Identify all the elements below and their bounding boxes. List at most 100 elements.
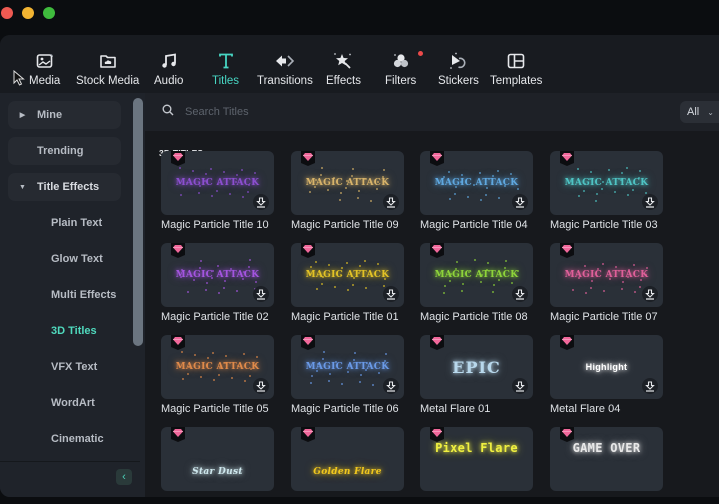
- download-button[interactable]: [383, 194, 399, 210]
- toolbar-transitions[interactable]: Transitions: [257, 51, 313, 87]
- search-input[interactable]: [185, 102, 645, 122]
- title-card[interactable]: MAGIC ATTACK Magic Particle Title 07: [550, 243, 664, 323]
- title-thumbnail[interactable]: MAGIC ATTACK: [161, 151, 274, 215]
- sidebar-item-cinematic[interactable]: Cinematic: [8, 425, 121, 453]
- toolbar-stock-media-label: Stock Media: [76, 75, 140, 87]
- title-thumbnail[interactable]: MAGIC ATTACK: [161, 335, 274, 399]
- download-button[interactable]: [642, 378, 658, 394]
- toolbar-effects[interactable]: Effects: [326, 51, 361, 87]
- title-thumbnail[interactable]: MAGIC ATTACK: [550, 243, 663, 307]
- stock-media-icon: [98, 51, 118, 71]
- download-button[interactable]: [642, 286, 658, 302]
- sidebar-item-trending[interactable]: Trending: [8, 137, 121, 165]
- premium-badge: [430, 243, 444, 258]
- title-card[interactable]: EPIC Metal Flare 01: [420, 335, 534, 415]
- download-button[interactable]: [512, 286, 528, 302]
- download-button[interactable]: [383, 286, 399, 302]
- sidebar-item-wordart[interactable]: WordArt: [8, 389, 121, 417]
- toolbar-templates-label: Templates: [490, 75, 543, 87]
- title-thumbnail[interactable]: Highlight: [550, 335, 663, 399]
- download-button[interactable]: [512, 378, 528, 394]
- sidebar-item-3d-titles[interactable]: 3D Titles: [8, 317, 121, 345]
- filters-icon: [391, 51, 411, 71]
- diamond-icon: [303, 153, 313, 161]
- toolbar-stock-media[interactable]: Stock Media: [76, 51, 139, 87]
- title-card[interactable]: Golden Flare: [291, 427, 405, 491]
- title-card[interactable]: MAGIC ATTACK Magic Particle Title 01: [291, 243, 405, 323]
- minimize-window-button[interactable]: [22, 7, 34, 19]
- title-thumbnail[interactable]: MAGIC ATTACK: [550, 151, 663, 215]
- filter-select[interactable]: All ⌄: [680, 101, 719, 123]
- titles-panel: Media Stock Media Audio Titles Transitio…: [0, 35, 719, 497]
- toolbar-filters[interactable]: Filters: [385, 51, 416, 87]
- download-button[interactable]: [253, 194, 269, 210]
- title-card[interactable]: MAGIC ATTACK Magic Particle Title 09: [291, 151, 405, 231]
- download-icon: [256, 288, 266, 300]
- templates-icon: [506, 51, 526, 71]
- toolbar-media[interactable]: Media: [29, 51, 60, 87]
- maximize-window-button[interactable]: [43, 7, 55, 19]
- title-card[interactable]: MAGIC ATTACK Magic Particle Title 02: [161, 243, 275, 323]
- premium-badge: [301, 151, 315, 166]
- title-thumbnail[interactable]: MAGIC ATTACK: [161, 243, 274, 307]
- title-card[interactable]: MAGIC ATTACK Magic Particle Title 03: [550, 151, 664, 231]
- toolbar-stickers-label: Stickers: [438, 75, 479, 87]
- title-thumbnail[interactable]: MAGIC ATTACK: [291, 151, 404, 215]
- close-window-button[interactable]: [1, 7, 13, 19]
- sidebar-item-plain-text[interactable]: Plain Text: [8, 209, 121, 237]
- toolbar-filters-label: Filters: [385, 75, 417, 87]
- download-button[interactable]: [253, 378, 269, 394]
- download-button[interactable]: [512, 194, 528, 210]
- title-card[interactable]: MAGIC ATTACK Magic Particle Title 10: [161, 151, 275, 231]
- title-card[interactable]: MAGIC ATTACK Magic Particle Title 06: [291, 335, 405, 415]
- premium-badge: [430, 427, 444, 442]
- filters-notification-dot: [418, 51, 423, 56]
- download-icon: [645, 288, 655, 300]
- sidebar-item-mine[interactable]: ▶ Mine: [8, 101, 121, 129]
- title-card[interactable]: Star Dust: [161, 427, 275, 491]
- download-button[interactable]: [642, 194, 658, 210]
- caret-down-icon: ▼: [19, 183, 26, 191]
- sidebar-scrollbar[interactable]: [133, 98, 143, 346]
- title-card[interactable]: MAGIC ATTACK Magic Particle Title 04: [420, 151, 534, 231]
- sidebar-item-vfx-text[interactable]: VFX Text: [8, 353, 121, 381]
- title-card[interactable]: MAGIC ATTACK Magic Particle Title 05: [161, 335, 275, 415]
- toolbar-templates[interactable]: Templates: [490, 51, 542, 87]
- title-card[interactable]: Highlight Metal Flare 04: [550, 335, 664, 415]
- diamond-icon: [173, 429, 183, 437]
- diamond-icon: [562, 429, 572, 437]
- title-card[interactable]: MAGIC ATTACK Magic Particle Title 08: [420, 243, 534, 323]
- title-thumbnail[interactable]: MAGIC ATTACK: [291, 335, 404, 399]
- download-icon: [386, 196, 396, 208]
- title-thumbnail[interactable]: MAGIC ATTACK: [420, 151, 533, 215]
- title-thumbnail[interactable]: Pixel Flare: [420, 427, 533, 491]
- download-button[interactable]: [383, 378, 399, 394]
- premium-badge: [171, 427, 185, 442]
- toolbar-audio[interactable]: Audio: [154, 51, 183, 87]
- title-thumbnail[interactable]: Golden Flare: [291, 427, 404, 491]
- title-card[interactable]: GAME OVER: [550, 427, 664, 491]
- download-icon: [386, 288, 396, 300]
- premium-badge: [171, 151, 185, 166]
- diamond-icon: [303, 245, 313, 253]
- sidebar-item-title-effects[interactable]: ▼ Title Effects: [8, 173, 121, 201]
- filter-select-value: All: [687, 106, 700, 118]
- title-thumbnail[interactable]: MAGIC ATTACK: [420, 243, 533, 307]
- diamond-icon: [173, 337, 183, 345]
- sidebar-item-glow-text[interactable]: Glow Text: [8, 245, 121, 273]
- title-thumbnail[interactable]: Star Dust: [161, 427, 274, 491]
- toolbar-titles[interactable]: Titles: [212, 51, 239, 87]
- toolbar-titles-label: Titles: [212, 75, 240, 87]
- collapse-sidebar-button[interactable]: ‹: [116, 469, 132, 485]
- title-thumbnail[interactable]: GAME OVER: [550, 427, 663, 491]
- premium-badge: [560, 151, 574, 166]
- title-thumbnail[interactable]: MAGIC ATTACK: [291, 243, 404, 307]
- title-card-name: Magic Particle Title 01: [291, 311, 399, 323]
- sidebar-item-multi-effects[interactable]: Multi Effects: [8, 281, 121, 309]
- download-button[interactable]: [253, 286, 269, 302]
- title-thumbnail[interactable]: EPIC: [420, 335, 533, 399]
- diamond-icon: [432, 337, 442, 345]
- title-card[interactable]: Pixel Flare: [420, 427, 534, 491]
- toolbar-stickers[interactable]: Stickers: [438, 51, 479, 87]
- diamond-icon: [303, 337, 313, 345]
